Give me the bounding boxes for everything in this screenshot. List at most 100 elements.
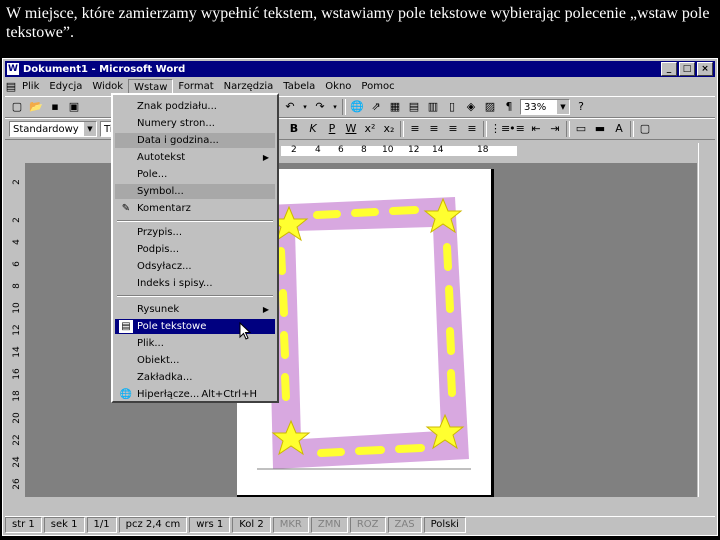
subscript-icon[interactable]: x₂ <box>381 121 397 137</box>
ruler-tick: 16 <box>12 368 22 380</box>
chevron-down-icon[interactable]: ▼ <box>84 122 96 136</box>
menu-item-znak-podzialu[interactable]: Znak podziału... <box>115 99 275 114</box>
menu-item-label: Symbol... <box>137 186 184 197</box>
help-icon[interactable]: ? <box>573 99 589 115</box>
menu-item-rysunek[interactable]: Rysunek ▶ <box>115 302 275 317</box>
show-hide-icon[interactable]: ¶ <box>501 99 517 115</box>
bullets-icon[interactable]: •≡ <box>509 121 525 137</box>
vertical-ruler[interactable]: 2 2 4 6 8 10 12 14 16 18 20 22 24 26 <box>9 163 23 493</box>
chevron-down-icon[interactable]: ▼ <box>557 100 569 114</box>
menu-item-label: Znak podziału... <box>137 101 217 112</box>
menu-item-autotekst[interactable]: Autotekst ▶ <box>115 150 275 165</box>
bold-icon[interactable]: B <box>286 121 302 137</box>
outside-border-icon[interactable]: ▢ <box>637 121 653 137</box>
minimize-button[interactable]: _ <box>661 62 677 76</box>
menu-item-numery-stron[interactable]: Numery stron... <box>115 116 275 131</box>
italic-icon[interactable]: K <box>305 121 321 137</box>
menu-item-label: Zakładka... <box>137 372 193 383</box>
align-left-icon[interactable]: ≡ <box>407 121 423 137</box>
toolbar-separator <box>630 121 634 137</box>
menu-item-data-i-godzina[interactable]: Data i godzina... <box>115 133 275 148</box>
align-right-icon[interactable]: ≡ <box>445 121 461 137</box>
text-box-icon: ▤ <box>119 320 133 333</box>
decrease-indent-icon[interactable]: ⇤ <box>528 121 544 137</box>
font-color-icon[interactable]: A <box>611 121 627 137</box>
undo-icon[interactable]: ↶ <box>282 99 298 115</box>
ruler-tick: 24 <box>12 456 22 468</box>
hyperlink-globe-icon: 🌐 <box>119 389 133 400</box>
menu-plik[interactable]: Plik <box>17 79 44 95</box>
menu-pomoc[interactable]: Pomoc <box>356 79 399 95</box>
highlight-icon[interactable]: ▬ <box>592 121 608 137</box>
open-folder-icon[interactable]: 📂 <box>28 99 44 115</box>
save-icon[interactable]: ▪ <box>47 99 63 115</box>
ruler-tick: 2 <box>12 217 22 223</box>
ruler-tick: 12 <box>408 145 420 155</box>
menu-separator <box>117 220 273 222</box>
redo-icon[interactable]: ↷ <box>312 99 328 115</box>
maximize-button[interactable]: □ <box>679 62 695 76</box>
status-zmn[interactable]: ZMN <box>310 517 348 533</box>
new-document-icon[interactable]: ▢ <box>9 99 25 115</box>
menu-item-label: Pole tekstowe <box>137 321 207 332</box>
document-icon[interactable]: ▤ <box>5 79 17 95</box>
menu-item-label: Data i godzina... <box>137 135 219 146</box>
status-column: Kol 2 <box>232 517 271 533</box>
menu-okno[interactable]: Okno <box>320 79 356 95</box>
menu-item-label: Komentarz <box>137 203 191 214</box>
zoom-select[interactable]: 33% ▼ <box>520 99 570 115</box>
insert-table-icon[interactable]: ▤ <box>406 99 422 115</box>
menu-item-symbol[interactable]: Symbol... <box>115 184 275 199</box>
web-toolbar-icon[interactable]: 🌐 <box>349 99 365 115</box>
submenu-arrow-icon: ▶ <box>262 305 269 314</box>
justify-icon[interactable]: ≡ <box>464 121 480 137</box>
window-title: Dokument1 - Microsoft Word <box>23 63 186 75</box>
menu-item-pole[interactable]: Pole... <box>115 167 275 182</box>
dropdown-icon[interactable]: ▾ <box>301 99 309 115</box>
increase-indent-icon[interactable]: ⇥ <box>547 121 563 137</box>
menu-item-label: Plik... <box>137 338 164 349</box>
word-app-icon[interactable]: W <box>7 63 19 75</box>
toolbar-separator <box>483 121 487 137</box>
menu-item-odsylacz[interactable]: Odsyłacz... <box>115 259 275 274</box>
status-zas[interactable]: ZAS <box>387 517 422 533</box>
drawing-icon[interactable]: ◈ <box>463 99 479 115</box>
menu-item-podpis[interactable]: Podpis... <box>115 242 275 257</box>
print-icon[interactable]: ▣ <box>66 99 82 115</box>
ruler-tick: 20 <box>12 412 22 424</box>
ruler-tick: 12 <box>12 324 22 336</box>
ruler-tick: 8 <box>361 145 367 155</box>
menu-item-hiperlacze[interactable]: 🌐 Hiperłącze... Alt+Ctrl+H <box>115 387 275 402</box>
vertical-scrollbar[interactable] <box>698 143 715 497</box>
menu-tabela[interactable]: Tabela <box>278 79 320 95</box>
superscript-icon[interactable]: x² <box>362 121 378 137</box>
word-underline-icon[interactable]: W <box>343 121 359 137</box>
status-mkr[interactable]: MKR <box>272 517 309 533</box>
submenu-arrow-icon: ▶ <box>262 153 269 162</box>
menu-item-obiekt[interactable]: Obiekt... <box>115 353 275 368</box>
menu-item-zakladka[interactable]: Zakładka... <box>115 370 275 385</box>
horizontal-scrollbar[interactable] <box>25 499 697 515</box>
document-map-icon[interactable]: ▨ <box>482 99 498 115</box>
close-button[interactable]: × <box>697 62 713 76</box>
menu-item-indeks-i-spisy[interactable]: Indeks i spisy... <box>115 276 275 291</box>
align-center-icon[interactable]: ≡ <box>426 121 442 137</box>
style-select[interactable]: Standardowy ▼ <box>9 121 97 137</box>
insert-hyperlink-icon[interactable]: ⇗ <box>368 99 384 115</box>
menu-edycja[interactable]: Edycja <box>44 79 87 95</box>
insert-excel-icon[interactable]: ▥ <box>425 99 441 115</box>
numbering-icon[interactable]: ⋮≡ <box>490 121 510 137</box>
menu-item-przypis[interactable]: Przypis... <box>115 225 275 240</box>
underline-icon[interactable]: P <box>324 121 340 137</box>
ruler-tick: 2 <box>291 145 297 155</box>
tables-borders-icon[interactable]: ▦ <box>387 99 403 115</box>
status-roz[interactable]: ROZ <box>349 517 386 533</box>
ruler-tick: 14 <box>432 145 444 155</box>
ruler-tick: 10 <box>12 302 22 314</box>
border-icon[interactable]: ▭ <box>573 121 589 137</box>
dropdown-icon[interactable]: ▾ <box>331 99 339 115</box>
menu-item-komentarz[interactable]: ✎ Komentarz <box>115 201 275 216</box>
toolbar-separator <box>342 99 346 115</box>
columns-icon[interactable]: ▯ <box>444 99 460 115</box>
status-page: str 1 <box>5 517 42 533</box>
